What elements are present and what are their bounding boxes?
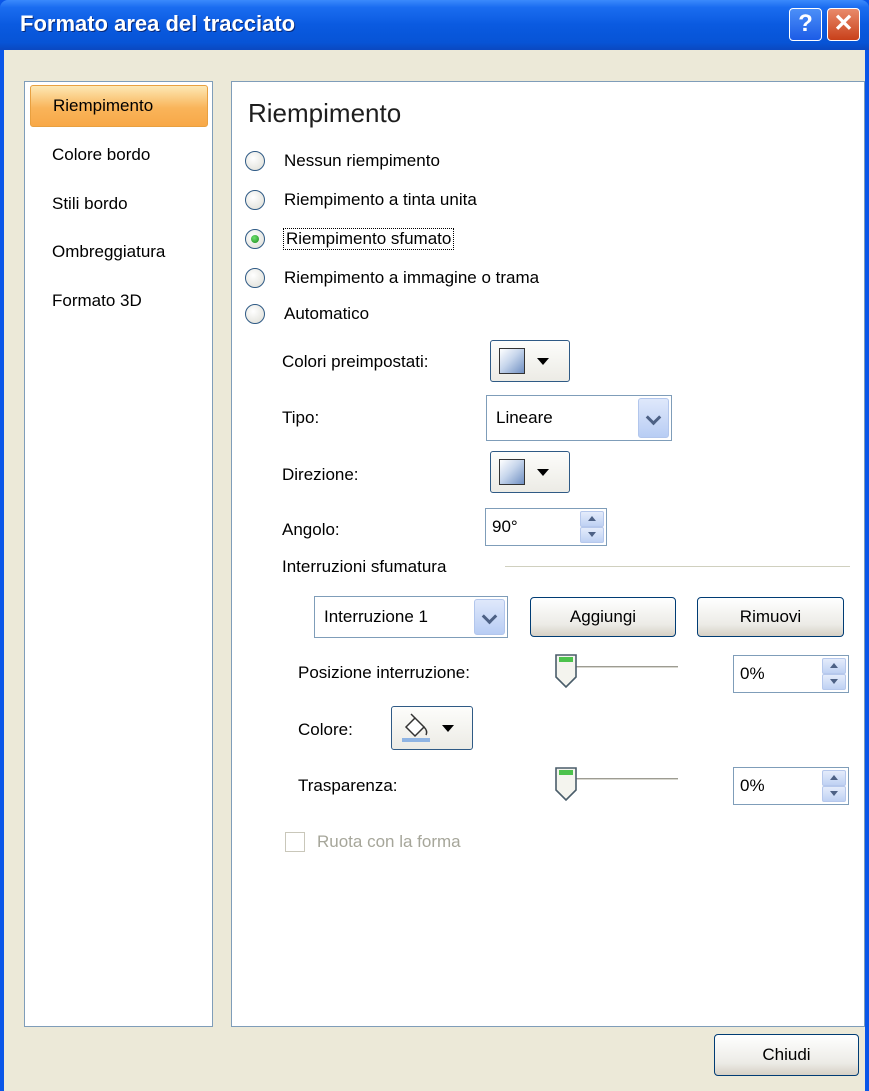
title-bar[interactable]: Formato area del tracciato ? ✕ [0, 0, 869, 50]
radio-button[interactable] [245, 268, 265, 288]
radio-label: Automatico [284, 304, 370, 323]
add-stop-button[interactable]: Aggiungi [530, 597, 676, 637]
nav-item-colore-bordo[interactable]: Colore bordo [30, 135, 208, 177]
radio-label: Riempimento a immagine o trama [284, 268, 540, 287]
arrow-up-icon [830, 775, 838, 780]
arrow-up-icon [830, 663, 838, 668]
arrow-up-icon [588, 516, 596, 521]
nav-item-label: Ombreggiatura [52, 242, 166, 261]
nav-item-label: Formato 3D [52, 291, 142, 310]
direction-label: Direzione: [282, 465, 359, 484]
transparency-value: 0% [740, 776, 765, 795]
spin-down-button[interactable] [822, 786, 846, 802]
stop-position-label: Posizione interruzione: [298, 663, 470, 682]
dropdown-arrow-icon [442, 724, 454, 732]
radio-immagine-trama[interactable]: Riempimento a immagine o trama [245, 263, 539, 293]
radio-nessun-riempimento[interactable]: Nessun riempimento [245, 146, 440, 176]
type-select-value: Lineare [496, 408, 553, 427]
spin-down-button[interactable] [822, 674, 846, 690]
transparency-spinner[interactable]: 0% [733, 767, 849, 805]
nav-item-riempimento[interactable]: Riempimento [30, 85, 208, 127]
type-select[interactable]: Lineare [486, 395, 672, 441]
nav-item-stili-bordo[interactable]: Stili bordo [30, 184, 208, 226]
chevron-down-icon [645, 409, 662, 426]
group-separator [505, 566, 850, 567]
dropdown-arrow-icon [537, 357, 549, 365]
color-picker-dropdown[interactable] [391, 706, 473, 750]
radio-automatico[interactable]: Automatico [245, 299, 369, 329]
close-button-label: Chiudi [762, 1045, 811, 1064]
settings-pane [231, 81, 865, 1027]
arrow-down-icon [830, 791, 838, 796]
radio-button-selected[interactable] [245, 229, 265, 249]
radio-button[interactable] [245, 304, 265, 324]
preset-colors-dropdown[interactable] [490, 340, 570, 382]
help-button[interactable]: ? [789, 8, 822, 41]
radio-label: Nessun riempimento [284, 151, 440, 170]
paint-bucket-icon [402, 713, 430, 742]
radio-button[interactable] [245, 151, 265, 171]
spin-up-button[interactable] [822, 770, 846, 786]
transparency-label: Trasparenza: [298, 776, 398, 795]
preset-colors-label: Colori preimpostati: [282, 352, 429, 371]
stop-select-value: Interruzione 1 [324, 607, 428, 626]
pane-heading: Riempimento [248, 98, 402, 128]
rotate-with-shape-label: Ruota con la forma [317, 832, 461, 851]
nav-item-label: Colore bordo [52, 145, 151, 164]
stop-position-spinner[interactable]: 0% [733, 655, 849, 693]
gradient-direction-icon [499, 459, 525, 485]
close-icon: ✕ [833, 10, 854, 37]
spin-up-button[interactable] [822, 658, 846, 674]
stop-select-arrow[interactable] [474, 599, 505, 635]
dropdown-arrow-icon [537, 468, 549, 476]
angle-spinner[interactable]: 90° [485, 508, 607, 546]
type-label: Tipo: [282, 408, 320, 427]
add-stop-label: Aggiungi [569, 607, 637, 626]
dialog-window: Formato area del tracciato ? ✕ Riempimen… [0, 0, 869, 1091]
help-icon: ? [798, 10, 813, 37]
spin-up-button[interactable] [580, 511, 604, 527]
close-button[interactable]: Chiudi [714, 1034, 859, 1076]
stop-position-slider-thumb[interactable] [554, 653, 578, 689]
radio-label: Riempimento a tinta unita [284, 190, 477, 209]
nav-item-label: Stili bordo [52, 194, 128, 213]
nav-item-label: Riempimento [53, 96, 154, 115]
nav-item-ombreggiatura[interactable]: Ombreggiatura [30, 232, 208, 274]
transparency-slider-thumb[interactable] [554, 766, 578, 802]
stop-select[interactable]: Interruzione 1 [314, 596, 508, 638]
close-window-button[interactable]: ✕ [827, 8, 860, 41]
spin-down-button[interactable] [580, 527, 604, 543]
gradient-swatch-icon [499, 348, 525, 374]
radio-riempimento-sfumato[interactable]: Riempimento sfumato [245, 224, 455, 254]
stops-group-label: Interruzioni sfumatura [282, 557, 447, 576]
dialog-title: Formato area del tracciato [20, 11, 296, 36]
radio-label: Riempimento sfumato [282, 228, 455, 250]
type-select-arrow[interactable] [638, 398, 669, 438]
stop-position-value: 0% [740, 664, 765, 683]
angle-label: Angolo: [282, 520, 340, 539]
arrow-down-icon [588, 532, 596, 537]
rotate-with-shape-checkbox[interactable] [285, 832, 305, 852]
direction-dropdown[interactable] [490, 451, 570, 493]
arrow-down-icon [830, 679, 838, 684]
angle-value: 90° [492, 517, 518, 536]
chevron-down-icon [481, 608, 498, 625]
radio-button[interactable] [245, 190, 265, 210]
radio-tinta-unita[interactable]: Riempimento a tinta unita [245, 185, 477, 215]
color-label: Colore: [298, 720, 353, 739]
remove-stop-label: Rimuovi [739, 607, 802, 626]
remove-stop-button[interactable]: Rimuovi [697, 597, 844, 637]
nav-item-formato-3d[interactable]: Formato 3D [30, 281, 208, 323]
